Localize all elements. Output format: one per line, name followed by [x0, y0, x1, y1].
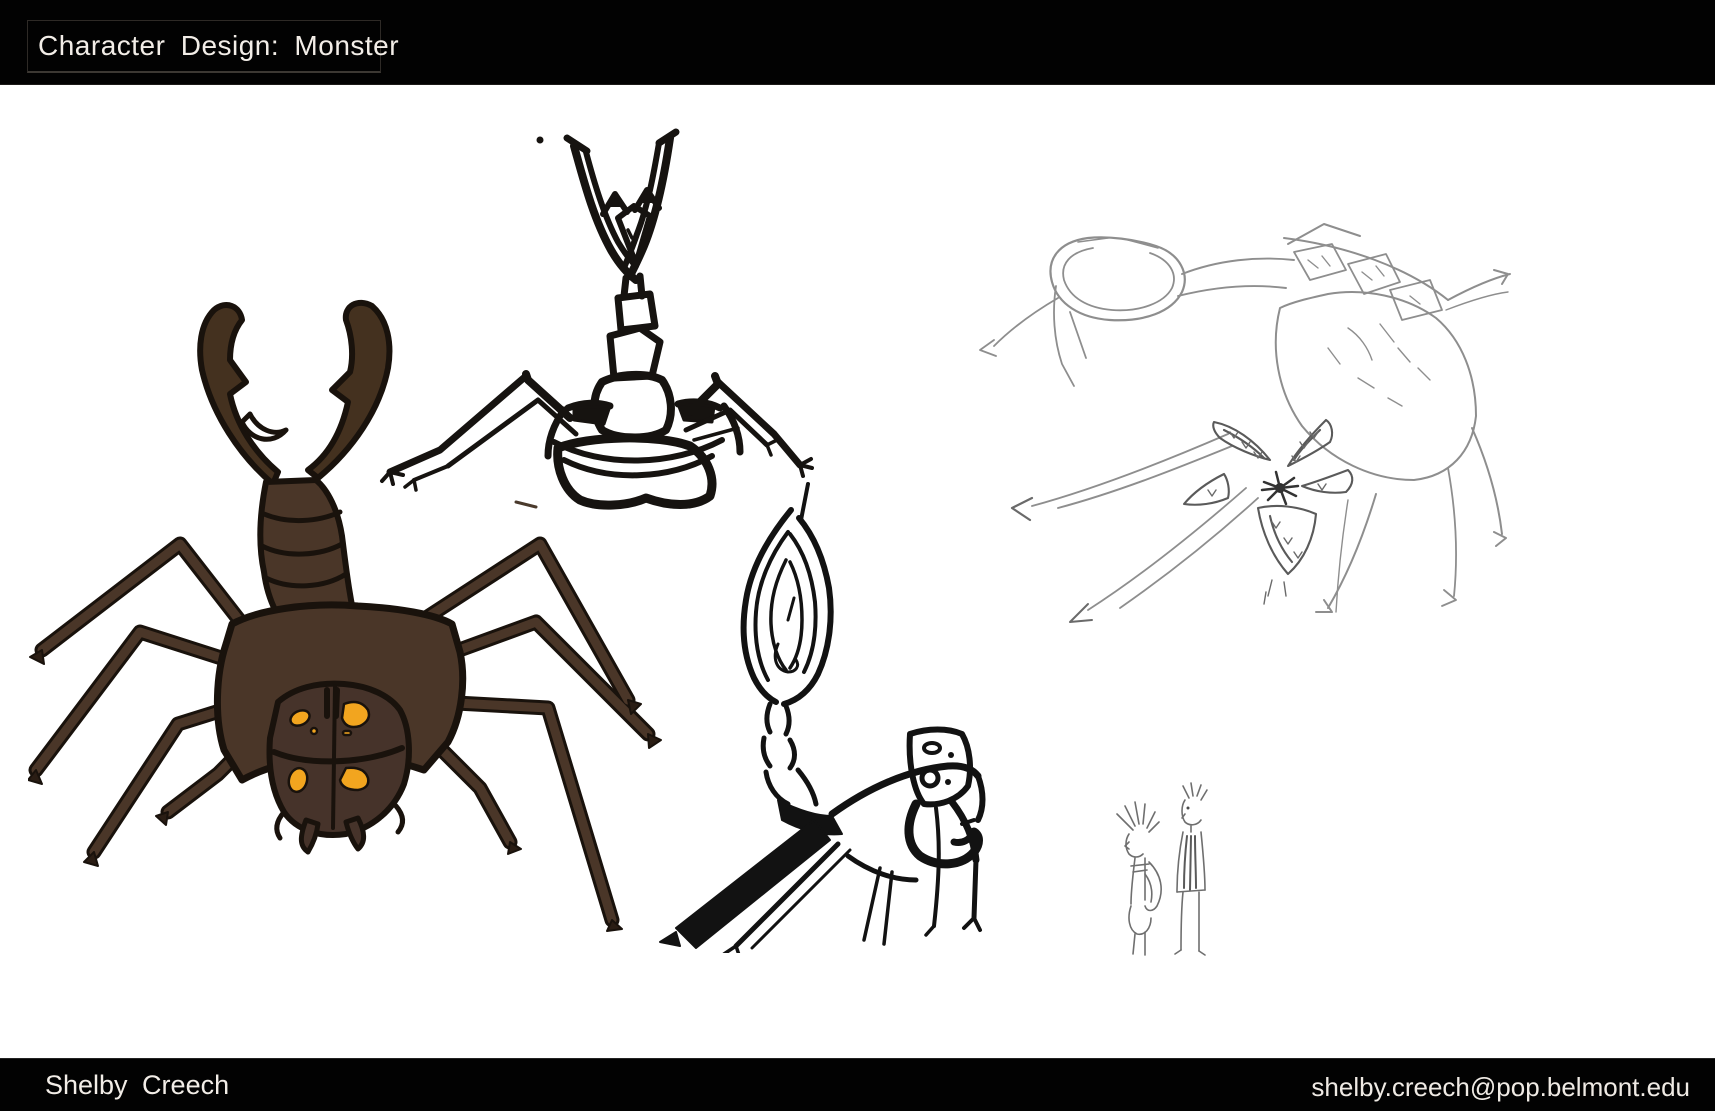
footer-bar: Shelby Creech shelby.creech@pop.belmont.… — [0, 1058, 1715, 1111]
title-box: Character Design: Monster — [27, 20, 381, 73]
page-title: Character Design: Monster — [28, 30, 399, 62]
author-email: shelby.creech@pop.belmont.edu — [1311, 1059, 1690, 1111]
sketch-monster-color-concept — [28, 272, 668, 932]
sketch-monster-rough-pencil — [928, 208, 1513, 628]
header-bar: Character Design: Monster — [0, 0, 1715, 85]
sketch-human-scale-figures — [1105, 778, 1220, 958]
author-name: Shelby Creech — [45, 1059, 229, 1111]
character-design-sheet: { "page": { "width": 1715, "height": 111… — [0, 0, 1715, 1110]
